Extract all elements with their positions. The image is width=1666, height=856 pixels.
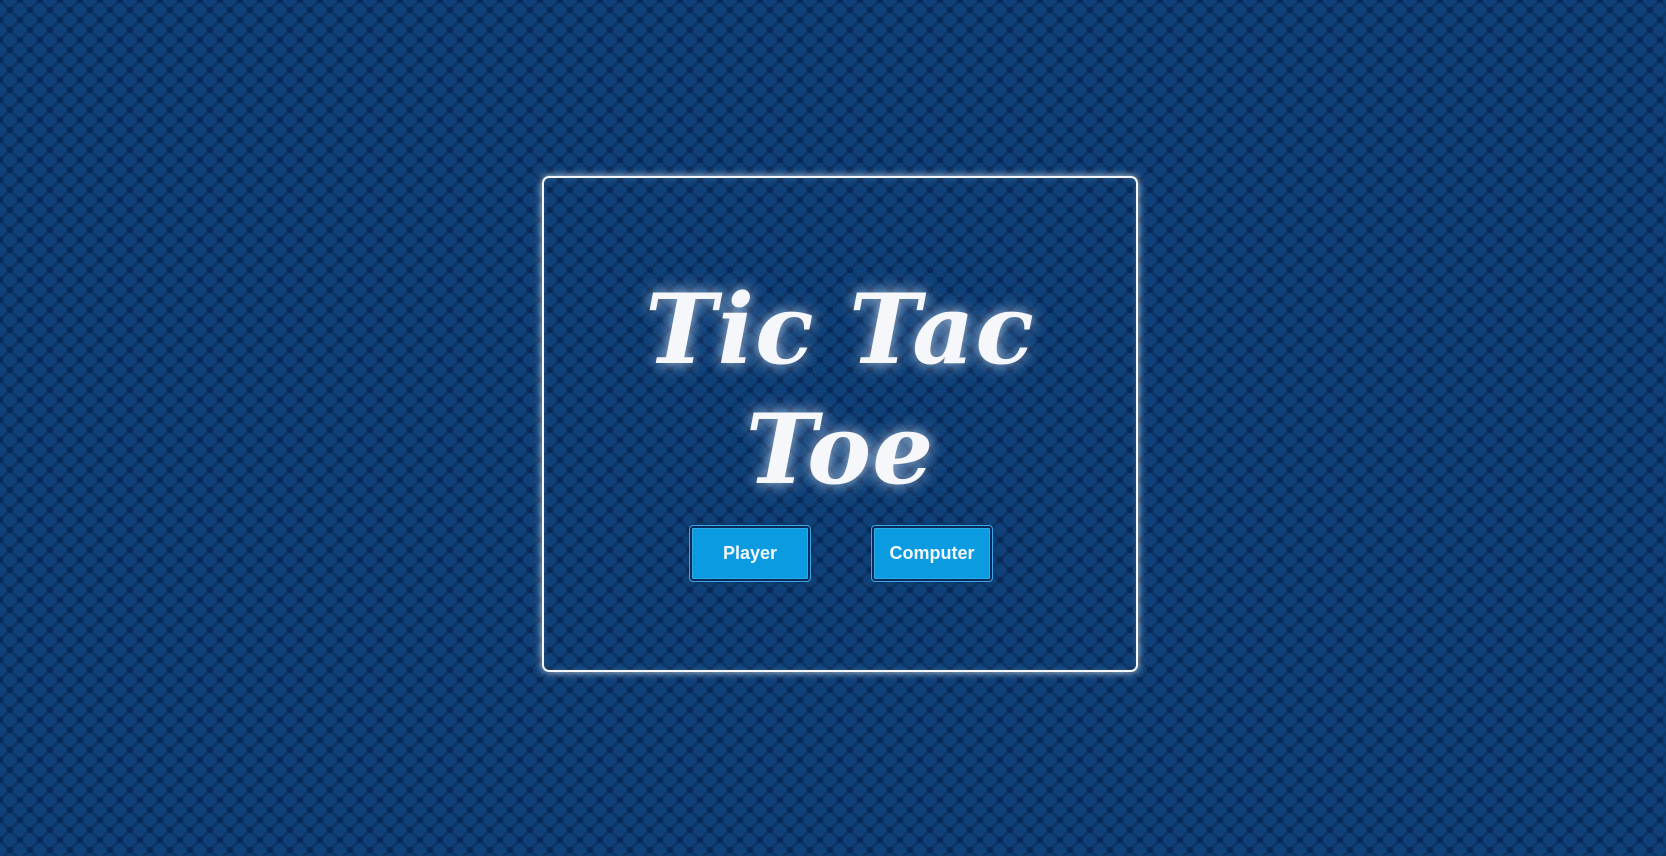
- start-menu-panel: Tic Tac Toe Player Computer: [542, 176, 1138, 672]
- player-mode-button[interactable]: Player: [689, 525, 811, 582]
- computer-mode-button[interactable]: Computer: [871, 525, 993, 582]
- game-title: Tic Tac Toe: [645, 273, 1035, 506]
